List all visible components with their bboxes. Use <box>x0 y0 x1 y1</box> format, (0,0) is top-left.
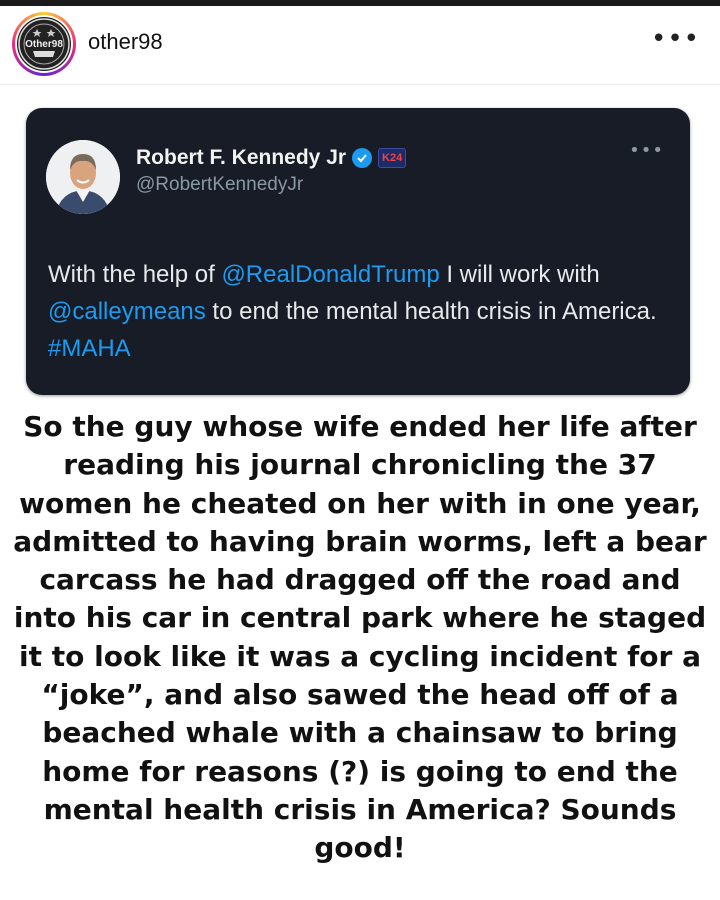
tweet-text-segment: With the help of <box>48 261 222 288</box>
tweet-text-segment: I will work with <box>439 261 600 288</box>
post-header: Other98 other98 ••• <box>0 6 720 76</box>
header-divider <box>0 84 720 85</box>
person-portrait-icon <box>46 140 120 214</box>
other98-logo-icon: Other98 <box>18 18 70 70</box>
avatar-logo-text: Other98 <box>25 39 63 50</box>
tweet-text-segment: to end the mental health crisis in Ameri… <box>205 298 657 325</box>
embedded-tweet-card: Robert F. Kennedy Jr K24 @RobertKennedyJ… <box>26 108 690 395</box>
tweet-author-handle[interactable]: @RobertKennedyJr <box>136 174 303 196</box>
profile-avatar[interactable]: Other98 <box>12 12 76 76</box>
affiliate-badge: K24 <box>378 148 407 168</box>
verified-badge-icon <box>352 148 373 168</box>
post-caption: So the guy whose wife ended her life aft… <box>13 410 707 865</box>
tweet-more-icon[interactable]: ••• <box>629 140 664 161</box>
tweet-author-name-row[interactable]: Robert F. Kennedy Jr K24 <box>136 146 407 170</box>
tweet-text: With the help of @RealDonaldTrump I will… <box>48 256 668 367</box>
tweet-author-name[interactable]: Robert F. Kennedy Jr <box>136 146 346 170</box>
more-options-icon[interactable]: ••• <box>651 24 700 54</box>
avatar-logo: Other98 <box>17 17 71 71</box>
tweet-link[interactable]: @calleymeans <box>48 298 206 325</box>
tweet-author-avatar[interactable] <box>46 140 120 214</box>
tweet-link[interactable]: @RealDonaldTrump <box>221 261 439 288</box>
tweet-link[interactable]: #MAHA <box>48 335 131 362</box>
post-username[interactable]: other98 <box>88 29 163 55</box>
